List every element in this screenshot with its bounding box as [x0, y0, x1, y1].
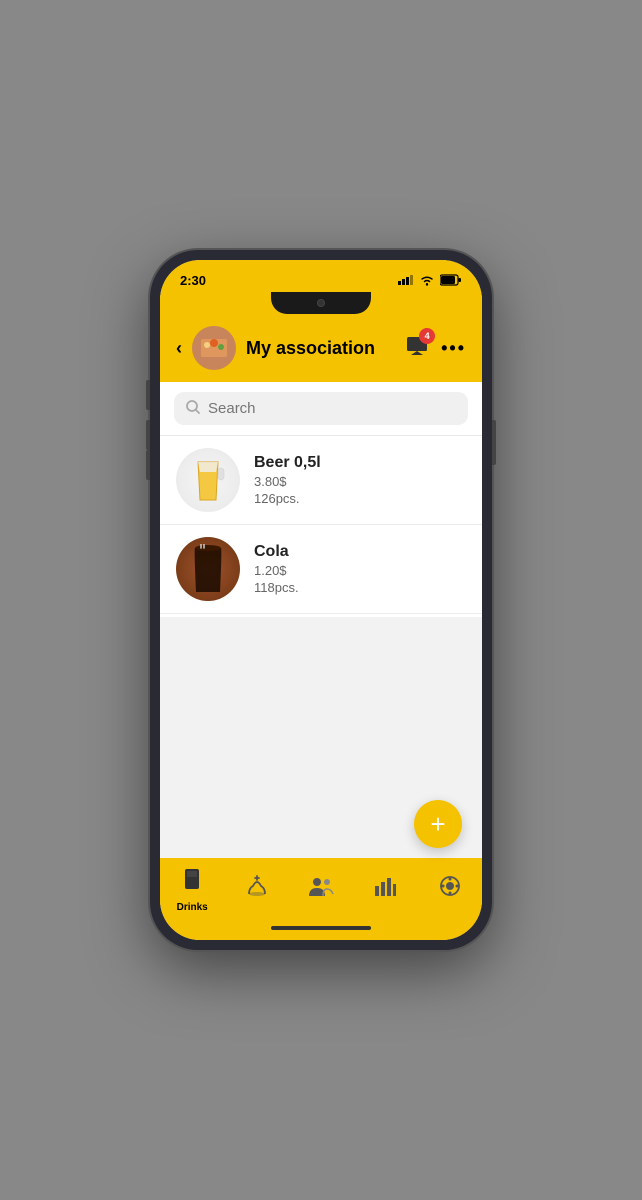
nav-label-drinks: Drinks: [177, 902, 208, 913]
product-info-beer: Beer 0,5l 3.80$ 126pcs.: [254, 454, 321, 506]
list-item[interactable]: Beer 0,5l 3.80$ 126pcs.: [160, 436, 482, 525]
settings-icon: [439, 875, 461, 903]
camera: [317, 299, 325, 307]
home-bar: [271, 926, 371, 930]
search-container: [160, 382, 482, 436]
battery-icon: [440, 274, 462, 286]
back-button[interactable]: ‹: [176, 338, 182, 359]
status-time: 2:30: [180, 273, 206, 288]
cola-glass-icon: [189, 544, 227, 594]
stats-icon: [374, 876, 396, 902]
add-button[interactable]: +: [414, 800, 462, 848]
more-button[interactable]: •••: [441, 338, 466, 359]
product-name: Cola: [254, 543, 299, 561]
notification-badge: 4: [419, 328, 435, 344]
search-box: [174, 392, 468, 425]
notification-button[interactable]: 4: [405, 334, 429, 363]
product-price: 1.20$: [254, 563, 299, 578]
wifi-icon: [419, 274, 435, 286]
bottom-nav: Drinks: [160, 858, 482, 920]
product-image-beer: [176, 448, 240, 512]
beer-glass-icon: [190, 454, 226, 506]
product-name: Beer 0,5l: [254, 454, 321, 472]
spacer: [160, 617, 482, 798]
avatar-image: [197, 331, 231, 365]
home-indicator: [160, 920, 482, 940]
status-bar: 2:30: [160, 260, 482, 292]
fab-container: +: [160, 798, 482, 858]
status-icons: [398, 274, 462, 286]
nav-item-food[interactable]: [233, 874, 281, 907]
members-icon: [308, 876, 334, 902]
notch: [160, 292, 482, 318]
phone-frame: 2:30: [150, 250, 492, 950]
search-input[interactable]: [208, 400, 456, 417]
nav-item-members[interactable]: [297, 876, 345, 905]
product-list: Beer 0,5l 3.80$ 126pcs. C: [160, 436, 482, 617]
nav-item-drinks[interactable]: Drinks: [168, 867, 216, 913]
phone-screen: 2:30: [160, 260, 482, 940]
product-info-cola: Cola 1.20$ 118pcs.: [254, 543, 299, 595]
product-qty: 126pcs.: [254, 491, 321, 506]
signal-icon: [398, 275, 414, 285]
list-item[interactable]: Cola 1.20$ 118pcs.: [160, 525, 482, 614]
food-icon: [245, 874, 269, 904]
product-image-cola: [176, 537, 240, 601]
drinks-icon: [181, 867, 203, 899]
nav-item-stats[interactable]: [361, 876, 409, 905]
search-icon: [186, 400, 200, 417]
app-header: ‹ My association: [160, 318, 482, 382]
header-actions: 4 •••: [405, 334, 466, 363]
nav-item-settings[interactable]: [426, 875, 474, 906]
product-price: 3.80$: [254, 474, 321, 489]
product-qty: 118pcs.: [254, 580, 299, 595]
notch-inner: [271, 292, 371, 314]
avatar: [192, 326, 236, 370]
page-title: My association: [246, 338, 395, 359]
